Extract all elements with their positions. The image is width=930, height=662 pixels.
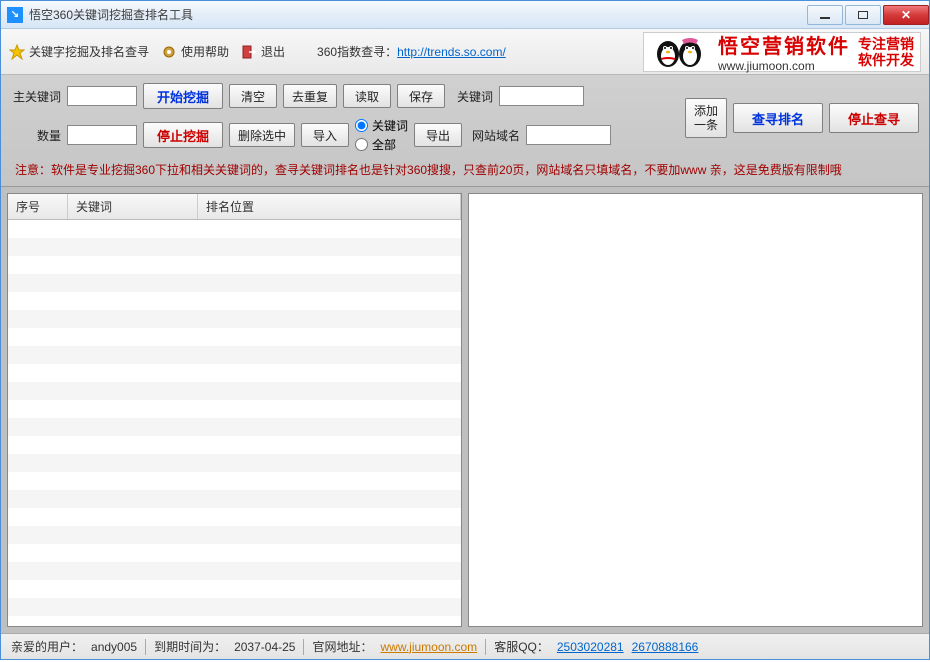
toolbar-mining-label: 关键字挖掘及排名查寻 [29,43,149,60]
dedupe-button[interactable]: 去重复 [283,84,337,108]
status-bar: 亲爱的用户： andy005 到期时间为： 2037-04-25 官网地址： w… [1,633,929,659]
penguin-icon [650,32,710,71]
status-expire-label: 到期时间为： [154,638,226,655]
index-url-link[interactable]: http://trends.so.com/ [397,45,506,59]
banner-slogan-2: 软件开发 [858,52,914,68]
delete-selected-button[interactable]: 删除选中 [229,123,295,147]
stop-search-button[interactable]: 停止查寻 [829,103,919,133]
search-rank-button[interactable]: 查寻排名 [733,103,823,133]
app-icon: ↘ [7,7,23,23]
status-qq-1[interactable]: 2503020281 [557,640,624,654]
toolbar-exit-label: 退出 [261,43,285,60]
radio-keyword-input[interactable] [355,119,368,132]
status-qq-2[interactable]: 2670888166 [632,640,699,654]
table-header: 序号 关键词 排名位置 [8,194,461,220]
maximize-button[interactable] [845,5,881,25]
status-user: andy005 [91,640,137,654]
toolbar-help[interactable]: 使用帮助 [161,43,229,60]
banner-url: www.jiumoon.com [718,59,850,73]
clear-button[interactable]: 清空 [229,84,277,108]
read-button[interactable]: 读取 [343,84,391,108]
window-title: 悟空360关键词挖掘查排名工具 [29,6,805,23]
close-icon: ✕ [901,8,911,22]
label-quantity: 数量 [11,127,61,144]
toolbar-help-label: 使用帮助 [181,43,229,60]
radio-all[interactable]: 全部 [355,136,408,153]
status-site-label: 官网地址： [312,638,372,655]
toolbar-exit[interactable]: 退出 [241,43,285,60]
status-site-link[interactable]: www.jiumoon.com [380,640,477,654]
radio-keyword[interactable]: 关键词 [355,117,408,134]
main-keyword-input[interactable] [67,86,137,106]
add-one-button[interactable]: 添加 一条 [685,98,727,138]
label-main-keyword: 主关键词 [11,88,61,105]
radio-keyword-label: 关键词 [372,117,408,134]
status-user-label: 亲爱的用户： [11,638,83,655]
quantity-input[interactable] [67,125,137,145]
gear-icon [161,44,177,60]
save-button[interactable]: 保存 [397,84,445,108]
minimize-icon [820,17,830,19]
titlebar: ↘ 悟空360关键词挖掘查排名工具 ✕ [1,1,929,29]
toolbar-mining[interactable]: 关键字挖掘及排名查寻 [9,43,149,60]
maximize-icon [858,11,868,19]
column-index[interactable]: 序号 [8,194,68,219]
index-label: 360指数查寻： [317,43,397,60]
notice-text: 注意：软件是专业挖掘360下拉和相关关键词的，查寻关键词排名也是针对360搜搜，… [11,153,919,182]
start-mining-button[interactable]: 开始挖掘 [143,83,223,109]
toolbar: 关键字挖掘及排名查寻 使用帮助 退出 360指数查寻： http://trend… [1,29,929,75]
label-domain: 网站域名 [468,127,520,144]
output-pane[interactable] [468,193,923,627]
work-area: 序号 关键词 排名位置 [1,187,929,633]
status-qq-label: 客服QQ： [494,638,549,655]
minimize-button[interactable] [807,5,843,25]
column-keyword[interactable]: 关键词 [68,194,198,219]
result-table: 序号 关键词 排名位置 [7,193,462,627]
keyword-input[interactable] [499,86,584,106]
close-button[interactable]: ✕ [883,5,929,25]
banner-brand: 悟空营销软件 [718,30,850,59]
control-panel: 主关键词 开始挖掘 清空 去重复 读取 保存 关键词 数量 停止挖掘 删除选中 … [1,75,929,187]
radio-all-input[interactable] [355,138,368,151]
banner: 悟空营销软件 www.jiumoon.com 专注营销 软件开发 [643,32,921,72]
toolbar-index-search: 360指数查寻： http://trends.so.com/ [317,43,506,60]
column-rank[interactable]: 排名位置 [198,194,461,219]
radio-all-label: 全部 [372,136,396,153]
domain-input[interactable] [526,125,611,145]
stop-mining-button[interactable]: 停止挖掘 [143,122,223,148]
export-button[interactable]: 导出 [414,123,462,147]
table-body[interactable] [8,220,461,626]
status-expire: 2037-04-25 [234,640,295,654]
star-icon [9,44,25,60]
banner-slogan-1: 专注营销 [858,36,914,52]
import-button[interactable]: 导入 [301,123,349,147]
exit-icon [241,44,257,60]
label-keyword: 关键词 [451,88,493,105]
